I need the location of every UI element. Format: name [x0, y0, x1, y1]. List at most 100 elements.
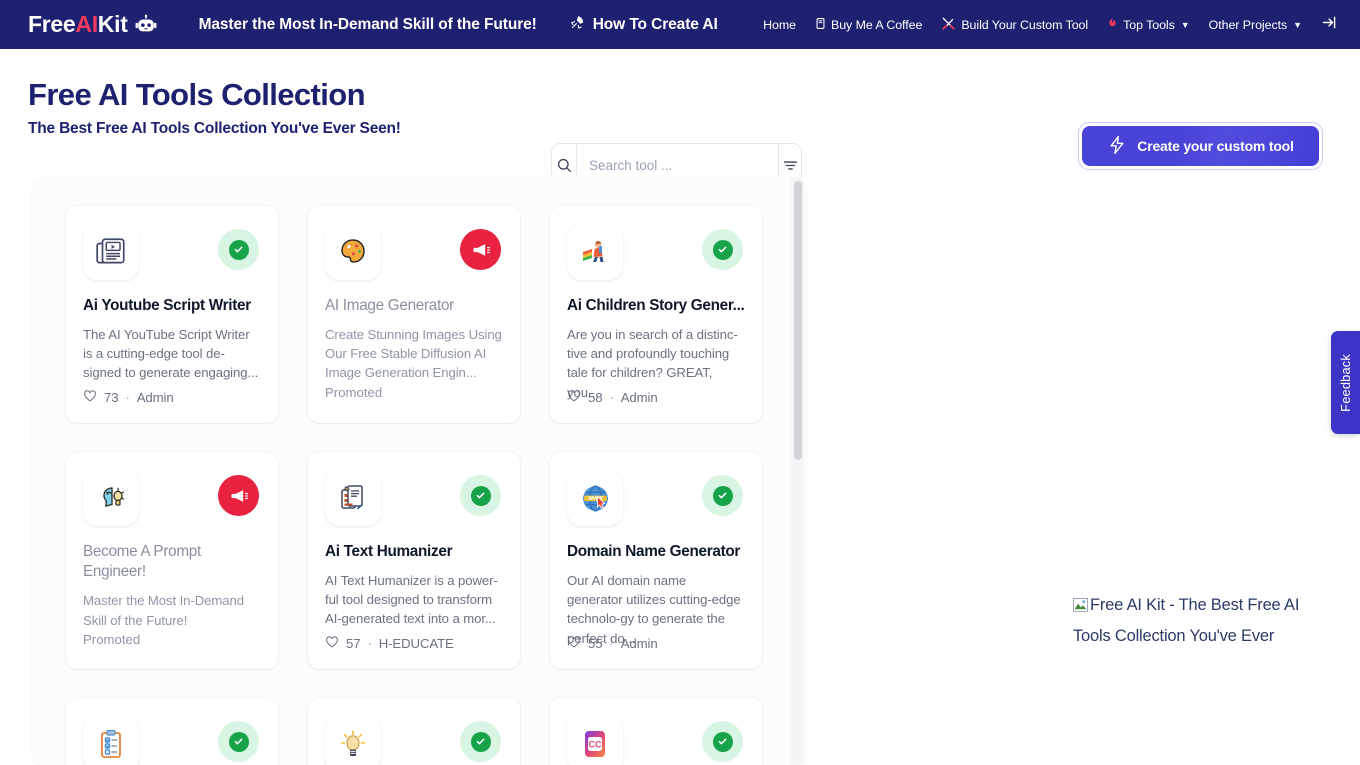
tool-card[interactable]: WWW Domain Name Generator Our AI domain …	[550, 452, 762, 669]
page-header: Free AI Tools Collection The Best Free A…	[0, 49, 1360, 187]
coffee-cup-icon	[815, 17, 826, 33]
tool-card-top	[83, 224, 261, 280]
tool-card-title: Become A Prompt Engineer!	[83, 543, 201, 581]
tool-card[interactable]: Ai Youtube Script Writer The AI YouTube …	[66, 206, 278, 423]
nav-item-top-tools[interactable]: Top Tools ▼	[1107, 16, 1190, 33]
tool-card[interactable]: CC	[550, 698, 762, 765]
tool-card-top	[83, 470, 261, 526]
newspaper-video-icon	[83, 224, 139, 280]
broken-image-icon	[1073, 592, 1088, 612]
document-pen-icon	[325, 470, 381, 526]
verified-badge-icon	[702, 475, 743, 516]
meta-separator: ·	[609, 636, 614, 651]
tool-card-top	[325, 716, 503, 765]
feedback-tab-label: Feedback	[1338, 353, 1353, 412]
tool-card-description: Master the Most In-Demand Skill of the F…	[83, 593, 244, 628]
tool-card-top	[83, 716, 261, 765]
promoted-label: Promoted	[83, 631, 141, 647]
meta-separator: ·	[367, 636, 372, 651]
verified-badge-icon	[218, 229, 259, 270]
nav-links-group: Home Buy Me A Coffee Build Your Custom T…	[763, 14, 1338, 36]
page-title: Free AI Tools Collection	[28, 77, 366, 112]
verified-badge-icon	[460, 721, 501, 762]
tool-card-description: The AI YouTube Script Writer is a cuttin…	[83, 327, 259, 381]
tool-card-likes: 55	[588, 636, 603, 651]
promoted-megaphone-icon	[218, 475, 259, 516]
create-custom-tool-label: Create your custom tool	[1137, 138, 1294, 154]
tool-card[interactable]: Ai Text Humanizer AI Text Humanizer is a…	[308, 452, 520, 669]
lightbulb-idea-icon	[325, 716, 381, 765]
tools-panel: Ai Youtube Script Writer The AI YouTube …	[32, 177, 806, 765]
nav-item-top-tools-label: Top Tools	[1123, 17, 1175, 32]
login-button[interactable]	[1321, 14, 1338, 36]
tool-card-likes: 57	[346, 636, 361, 651]
tool-card-meta: 58 · Admin	[567, 389, 658, 406]
verified-badge-icon	[702, 229, 743, 270]
verified-badge-icon	[218, 721, 259, 762]
globe-www-icon: WWW	[567, 470, 623, 526]
nav-item-other-projects[interactable]: Other Projects ▼	[1209, 18, 1302, 32]
tool-card-meta: 55 · Admin	[567, 635, 658, 652]
promoted-label: Promoted	[325, 384, 383, 400]
nav-how-to-label: How To Create AI	[592, 15, 718, 33]
brand-logo[interactable]: FreeAIKit	[28, 11, 157, 38]
tool-card-title: Ai Youtube Script Writer	[83, 297, 251, 314]
tool-card-top: WWW	[567, 470, 745, 526]
chevron-down-icon: ▼	[1180, 19, 1190, 30]
tools-scroll-area: Ai Youtube Script Writer The AI YouTube …	[32, 177, 806, 765]
broken-image-placeholder: Free AI Kit - The Best Free AI Tools Col…	[1073, 590, 1333, 653]
child-reading-books-icon	[567, 224, 623, 280]
tool-card-title: Domain Name Generator	[567, 543, 741, 560]
tool-card-author: Admin	[620, 390, 658, 405]
feedback-tab[interactable]: Feedback	[1331, 331, 1360, 434]
tool-card[interactable]: AI Image Generator Create Stunning Image…	[308, 206, 520, 423]
heart-icon[interactable]	[83, 389, 97, 406]
palette-icon	[325, 224, 381, 280]
heart-icon[interactable]	[567, 389, 581, 406]
tool-card-author: Admin	[136, 390, 174, 405]
top-navbar: FreeAIKit Master the Most In-Demand Skil…	[0, 0, 1360, 49]
tool-card-top	[325, 224, 503, 280]
verified-badge-icon	[460, 475, 501, 516]
nav-item-buy-me-a-coffee[interactable]: Buy Me A Coffee	[815, 17, 922, 33]
tools-grid: Ai Youtube Script Writer The AI YouTube …	[66, 206, 806, 765]
tool-card[interactable]	[66, 698, 278, 765]
broken-image-alt-text: Free AI Kit - The Best Free AI Tools Col…	[1073, 596, 1300, 646]
nav-item-home-label: Home	[763, 17, 796, 32]
nav-item-build-your-custom-tool-label: Build Your Custom Tool	[961, 17, 1089, 32]
tool-card-description: Create Stunning Images Using Our Free St…	[325, 327, 502, 381]
promoted-megaphone-icon	[460, 229, 501, 270]
verified-badge-icon	[702, 721, 743, 762]
login-arrow-icon	[1321, 14, 1338, 36]
tool-card-meta: 73 · Admin	[83, 389, 174, 406]
nav-item-buy-me-a-coffee-label: Buy Me A Coffee	[830, 17, 923, 32]
tool-card-author: Admin	[620, 636, 658, 651]
heart-icon[interactable]	[325, 635, 339, 652]
create-custom-tool-button[interactable]: Create your custom tool	[1082, 126, 1319, 166]
create-custom-tool-button-wrapper: Create your custom tool	[1078, 122, 1323, 170]
meta-separator: ·	[609, 390, 614, 405]
tool-card-description: AI Text Humanizer is a power-ful tool de…	[325, 573, 498, 627]
heart-icon[interactable]	[567, 635, 581, 652]
chevron-down-icon: ▼	[1293, 19, 1302, 30]
tool-card-title: Ai Text Humanizer	[325, 543, 453, 560]
rocket-icon	[569, 14, 586, 36]
tool-card[interactable]: Ai Children Story Gener... Are you in se…	[550, 206, 762, 423]
brand-text: FreeAIKit	[28, 11, 128, 37]
nav-slogan: Master the Most In-Demand Skill of the F…	[198, 15, 537, 33]
clipboard-checklist-icon	[83, 716, 139, 765]
nav-item-home[interactable]: Home	[763, 18, 796, 32]
panel-scrollbar-thumb[interactable]	[794, 181, 802, 460]
svg-text:CC: CC	[589, 740, 602, 750]
tool-card[interactable]	[308, 698, 520, 765]
fire-icon	[1107, 16, 1118, 33]
tool-card-title: Ai Children Story Gener...	[567, 297, 745, 314]
tool-card-author: H-EDUCATE	[378, 636, 454, 651]
nav-item-build-your-custom-tool[interactable]: Build Your Custom Tool	[941, 16, 1088, 34]
nav-how-to-create-ai[interactable]: How To Create AI	[569, 14, 718, 36]
brain-lightbulb-icon	[83, 470, 139, 526]
tool-card-top: CC	[567, 716, 745, 765]
tool-card-likes: 73	[104, 390, 119, 405]
tool-card[interactable]: Become A Prompt Engineer! Master the Mos…	[66, 452, 278, 669]
tool-card-top	[325, 470, 503, 526]
